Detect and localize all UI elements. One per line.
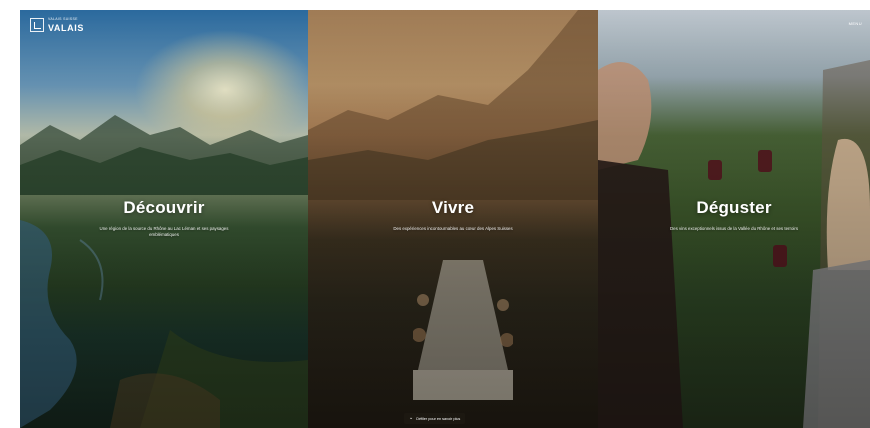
panel-content: Vivre Des expériences incontournables au… xyxy=(308,198,598,232)
scroll-hint-button[interactable]: ⌄ Défiler pour en savoir plus xyxy=(404,413,466,424)
menu-link[interactable]: MENU xyxy=(849,21,862,26)
panel-deguster[interactable]: Déguster Des vins exceptionnels issus de… xyxy=(598,10,870,428)
panel-title: Découvrir xyxy=(123,198,205,217)
brand-tagline: VALAIS SUISSE xyxy=(48,17,78,21)
valais-logo-icon xyxy=(30,18,44,32)
hero-panels: Découvrir Une région de la source du Rhô… xyxy=(20,10,870,428)
panel-title: Vivre xyxy=(431,198,475,217)
panel-content: Déguster Des vins exceptionnels issus de… xyxy=(598,198,870,232)
panel-vivre[interactable]: Vivre Des expériences incontournables au… xyxy=(308,10,598,428)
scroll-hint-label: Défiler pour en savoir plus xyxy=(416,416,461,421)
panel-decouvrir[interactable]: Découvrir Une région de la source du Rhô… xyxy=(20,10,308,428)
panel-description: Des vins exceptionnels issus de la Vallé… xyxy=(669,226,799,231)
panel-description: Des expériences incontournables au cœur … xyxy=(393,226,513,231)
brand-logo[interactable]: VALAIS SUISSE VALAIS xyxy=(30,17,84,33)
panel-description: Une région de la source du Rhône au Lac … xyxy=(99,226,229,237)
panel-title: Déguster xyxy=(696,198,772,217)
brand-name: VALAIS xyxy=(48,22,84,33)
panel-content: Découvrir Une région de la source du Rhô… xyxy=(20,198,308,238)
chevron-down-icon: ⌄ xyxy=(409,415,414,421)
